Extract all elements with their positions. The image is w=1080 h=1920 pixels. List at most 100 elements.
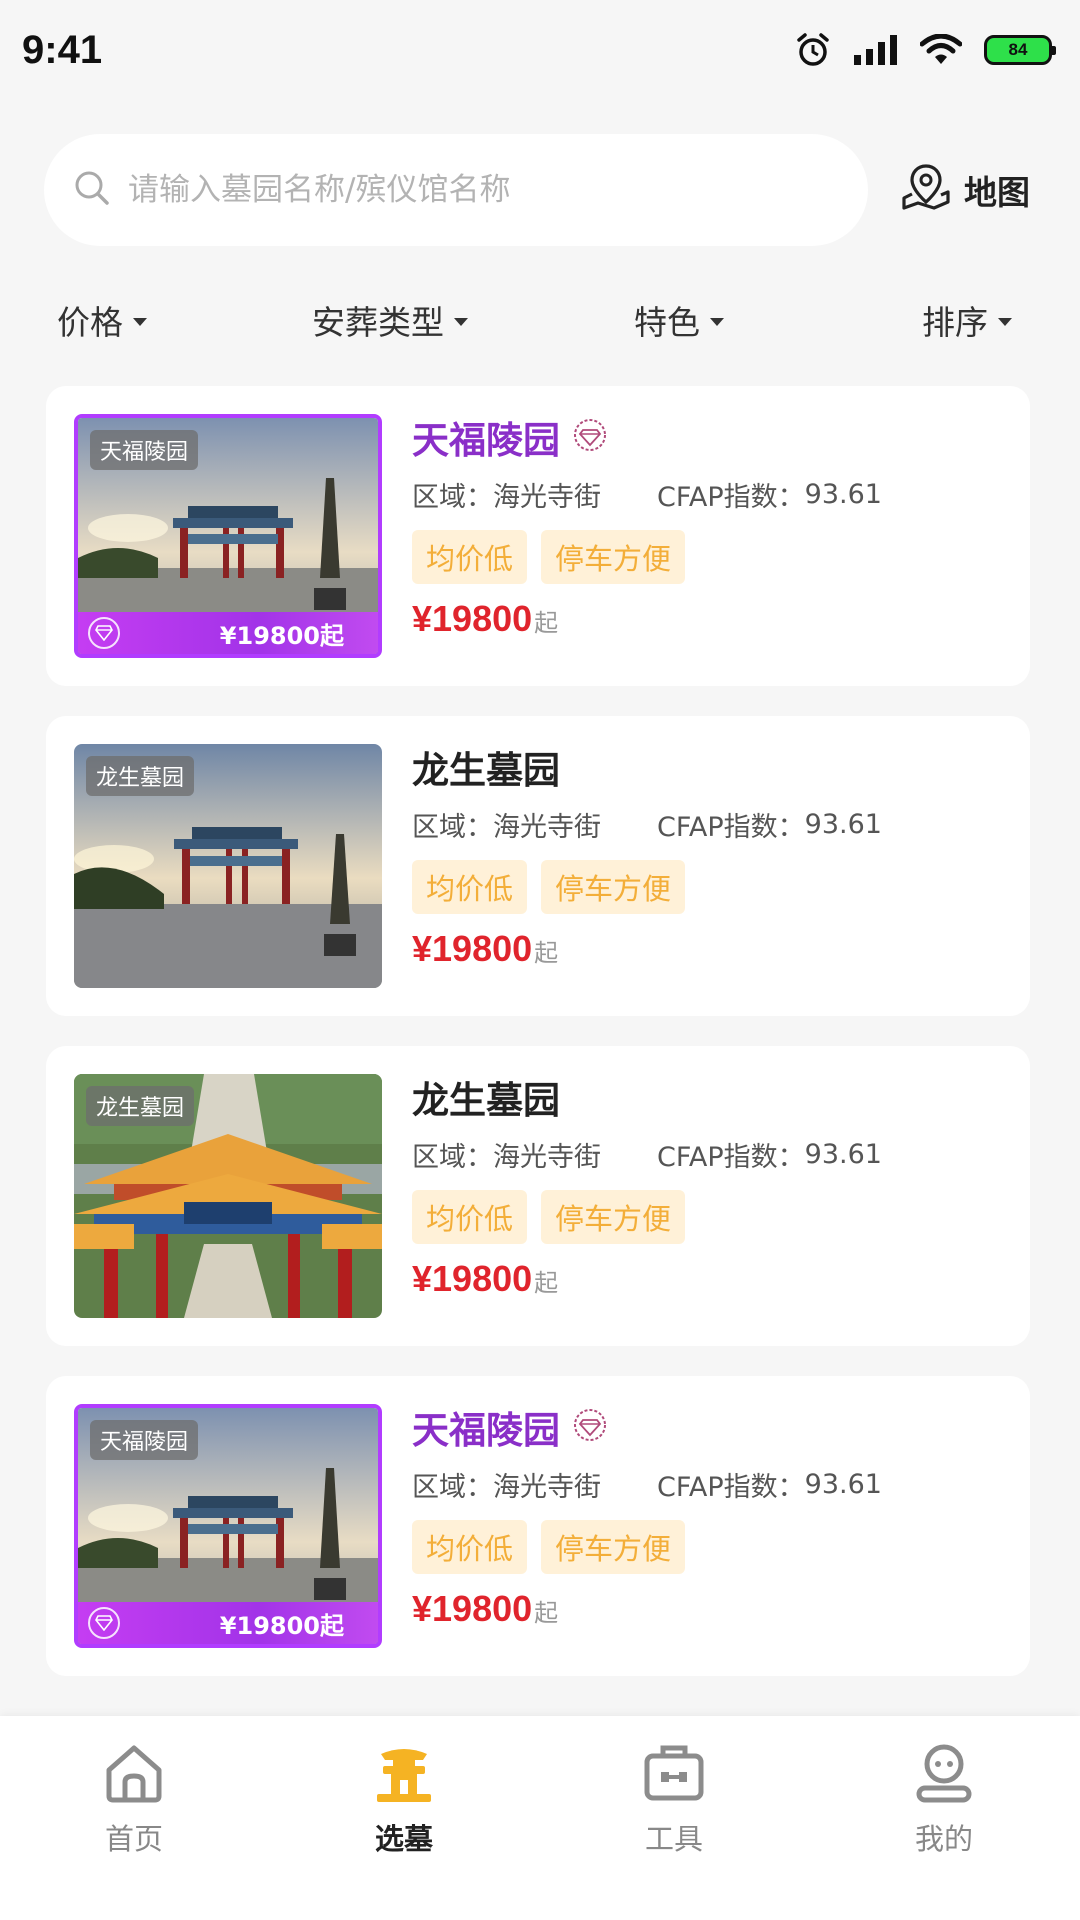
premium-price-bar: ¥19800起 — [78, 612, 378, 654]
bottom-tab-bar: 首页 选墓 工具 我的 — [0, 1716, 1080, 1920]
signal-icon — [854, 35, 898, 65]
map-button-label: 地图 — [964, 173, 1030, 212]
feature-tag: 停车方便 — [541, 860, 686, 914]
caret-down-icon — [454, 318, 468, 326]
feature-tag: 均价低 — [412, 860, 528, 914]
feature-tag: 均价低 — [412, 530, 528, 584]
feature-tag: 停车方便 — [541, 1190, 686, 1244]
premium-price-bar: ¥19800起 — [78, 1602, 378, 1644]
cemetery-name: 天福陵园 — [412, 1409, 560, 1452]
region-value: 海光寺街 — [493, 1141, 601, 1173]
cemetery-card[interactable]: 天福陵园 ¥19800起 天福陵园 区域： 海光寺街 CFAP指数： 93.61… — [46, 1376, 1030, 1676]
toolbox-icon — [641, 1740, 707, 1810]
cemetery-name: 天福陵园 — [412, 419, 560, 462]
cemetery-info: 龙生墓园 区域： 海光寺街 CFAP指数： 93.61 均价低 停车方便 ¥19… — [412, 742, 1012, 970]
status-bar: 9:41 84 — [0, 0, 1080, 100]
feature-tag: 均价低 — [412, 1520, 528, 1574]
status-icons: 84 — [794, 31, 1056, 69]
wifi-icon — [920, 34, 962, 66]
caret-down-icon — [133, 318, 147, 326]
region-value: 海光寺街 — [493, 1471, 601, 1503]
cfap-label: CFAP指数： — [657, 1141, 805, 1173]
alarm-icon — [794, 31, 832, 69]
cemetery-photo: 天福陵园 ¥19800起 — [74, 414, 382, 658]
filter-price[interactable]: 价格 — [57, 296, 147, 344]
region-label: 区域： — [412, 481, 493, 513]
feature-tag: 停车方便 — [541, 530, 686, 584]
price: ¥19800 — [412, 928, 533, 969]
battery-indicator: 84 — [984, 35, 1056, 65]
region-label: 区域： — [412, 1471, 493, 1503]
photo-tag: 天福陵园 — [90, 430, 199, 470]
cemetery-info: 天福陵园 区域： 海光寺街 CFAP指数： 93.61 均价低 停车方便 ¥19… — [412, 412, 1012, 640]
price-suffix: 起 — [534, 1599, 559, 1627]
search-input[interactable] — [128, 172, 828, 208]
cemetery-info: 龙生墓园 区域： 海光寺街 CFAP指数： 93.61 均价低 停车方便 ¥19… — [412, 1072, 1012, 1300]
filter-label: 特色 — [634, 303, 700, 342]
tab-label: 首页 — [104, 1822, 163, 1856]
filter-label: 排序 — [922, 303, 988, 342]
caret-down-icon — [998, 318, 1012, 326]
price-suffix: 起 — [534, 939, 559, 967]
photo-price: ¥19800起 — [219, 621, 344, 650]
cfap-label: CFAP指数： — [657, 481, 805, 513]
caret-down-icon — [710, 318, 724, 326]
search-icon — [72, 168, 112, 212]
search-box[interactable] — [44, 134, 868, 246]
diamond-icon — [88, 617, 120, 649]
region-label: 区域： — [412, 811, 493, 843]
home-icon — [101, 1740, 167, 1810]
cfap-value: 93.61 — [804, 1468, 882, 1500]
filter-sort[interactable]: 排序 — [922, 296, 1012, 344]
photo-price: ¥19800起 — [219, 1611, 344, 1640]
cemetery-name: 龙生墓园 — [412, 749, 560, 792]
cemetery-photo: 龙生墓园 — [74, 1074, 382, 1318]
region-value: 海光寺街 — [493, 811, 601, 843]
price-suffix: 起 — [534, 609, 559, 637]
price: ¥19800 — [412, 598, 533, 639]
cfap-label: CFAP指数： — [657, 1471, 805, 1503]
tab-tools[interactable]: 工具 — [604, 1740, 744, 1858]
filter-label: 安葬类型 — [312, 303, 444, 342]
cemetery-photo: 天福陵园 ¥19800起 — [74, 1404, 382, 1648]
filter-label: 价格 — [57, 303, 123, 342]
tab-label: 选墓 — [374, 1822, 433, 1856]
cemetery-info: 天福陵园 区域： 海光寺街 CFAP指数： 93.61 均价低 停车方便 ¥19… — [412, 1402, 1012, 1630]
photo-tag: 龙生墓园 — [86, 756, 195, 796]
price-suffix: 起 — [534, 1269, 559, 1297]
map-button[interactable]: 地图 — [900, 160, 1030, 220]
price: ¥19800 — [412, 1258, 533, 1299]
photo-tag: 天福陵园 — [90, 1420, 199, 1460]
cfap-value: 93.61 — [804, 1138, 882, 1170]
cemetery-card[interactable]: 天福陵园 ¥19800起 天福陵园 区域： 海光寺街 CFAP指数： 93.61… — [46, 386, 1030, 686]
status-time: 9:41 — [22, 27, 103, 72]
tab-profile[interactable]: 我的 — [874, 1740, 1014, 1858]
feature-tag: 均价低 — [412, 1190, 528, 1244]
search-row: 地图 — [44, 134, 1036, 246]
cfap-label: CFAP指数： — [657, 811, 805, 843]
filter-bar: 价格 安葬类型 特色 排序 — [0, 296, 1080, 356]
diamond-badge-icon — [572, 1407, 608, 1447]
region-value: 海光寺街 — [493, 481, 601, 513]
profile-icon — [911, 1740, 977, 1810]
cemetery-name: 龙生墓园 — [412, 1079, 560, 1122]
feature-tag: 停车方便 — [541, 1520, 686, 1574]
cemetery-card[interactable]: 龙生墓园 龙生墓园 区域： 海光寺街 CFAP指数： 93.61 均价低 停车方… — [46, 716, 1030, 1016]
cemetery-photo: 龙生墓园 — [74, 744, 382, 988]
diamond-badge-icon — [572, 417, 608, 457]
cfap-value: 93.61 — [804, 808, 882, 840]
tab-choose-grave[interactable]: 选墓 — [334, 1740, 474, 1858]
pagoda-icon — [371, 1740, 437, 1810]
tab-home[interactable]: 首页 — [64, 1740, 204, 1858]
filter-burial-type[interactable]: 安葬类型 — [312, 296, 468, 344]
filter-feature[interactable]: 特色 — [634, 296, 724, 344]
photo-tag: 龙生墓园 — [86, 1086, 195, 1126]
diamond-icon — [88, 1607, 120, 1639]
cfap-value: 93.61 — [804, 478, 882, 510]
tab-label: 工具 — [644, 1822, 703, 1856]
tab-label: 我的 — [914, 1822, 973, 1856]
map-pin-icon — [900, 160, 952, 220]
region-label: 区域： — [412, 1141, 493, 1173]
price: ¥19800 — [412, 1588, 533, 1629]
cemetery-card[interactable]: 龙生墓园 龙生墓园 区域： 海光寺街 CFAP指数： 93.61 均价低 停车方… — [46, 1046, 1030, 1346]
